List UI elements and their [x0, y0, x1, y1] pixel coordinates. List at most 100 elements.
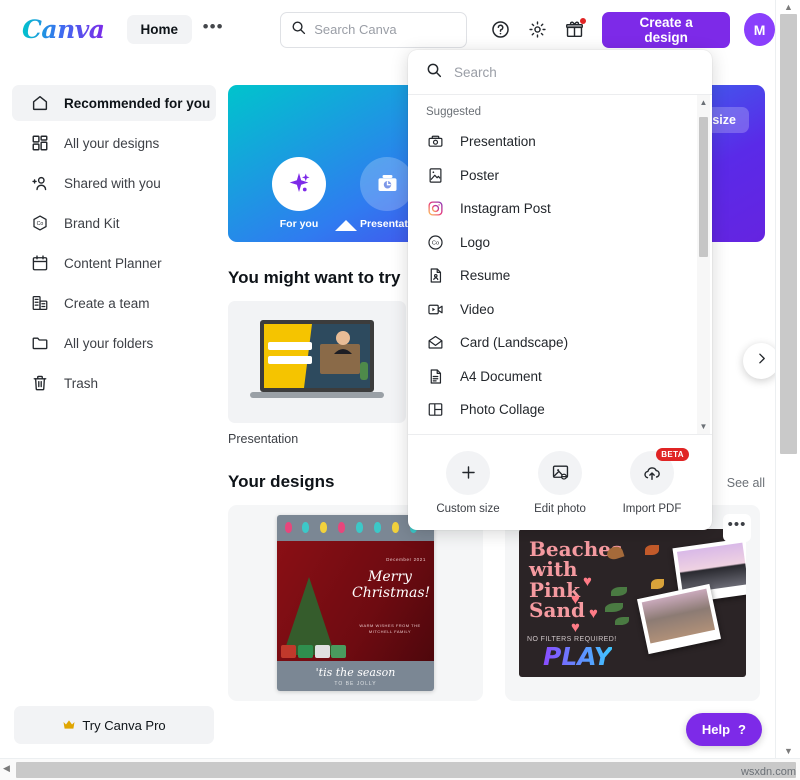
try-canva-pro-button[interactable]: Try Canva Pro — [14, 706, 214, 744]
heart-icon: ♥ — [583, 573, 592, 590]
sidebar-item-content-planner[interactable]: Content Planner — [12, 245, 216, 281]
leaf-shape — [611, 587, 627, 596]
edit-photo-action[interactable]: Edit photo — [521, 450, 599, 515]
home-button[interactable]: Home — [126, 15, 193, 44]
laptop-presentation-thumb — [228, 301, 406, 423]
sidebar-item-label: Content Planner — [64, 255, 162, 271]
banner-tiles: For you Presentations — [272, 157, 430, 231]
instagram-icon — [426, 200, 444, 218]
edit-photo-icon — [538, 450, 582, 495]
dropdown-item-resume[interactable]: Resume — [408, 259, 712, 293]
banner-tile-for-you[interactable]: For you — [272, 157, 326, 230]
dropdown-item-logo[interactable]: Co Logo — [408, 226, 712, 260]
butterfly-shape — [645, 545, 659, 555]
see-all-link[interactable]: See all — [727, 476, 765, 490]
help-button[interactable]: Help ? — [685, 713, 762, 746]
try-card[interactable]: Presentation — [228, 301, 406, 446]
design-card-christmas[interactable]: December 2021 Merry Christmas! WARM WISH… — [228, 505, 483, 701]
create-design-dropdown: Search Suggested Presentation Poster Ins… — [408, 50, 712, 530]
action-label: Custom size — [436, 502, 500, 515]
more-horizontal-icon[interactable]: ••• — [723, 514, 751, 542]
canva-logo[interactable]: Canva — [22, 15, 105, 44]
dropdown-search-input[interactable]: Search — [408, 50, 712, 95]
dropdown-item-photo-collage[interactable]: Photo Collage — [408, 393, 712, 427]
beaches-title: Beaches with Pink Sand — [529, 537, 623, 623]
leaf-shape — [605, 603, 623, 612]
import-pdf-action[interactable]: Import PDF BETA — [613, 447, 691, 515]
banner-tile-presentations[interactable]: Presentations — [360, 157, 430, 230]
svg-text:Co: Co — [37, 221, 44, 227]
dropdown-item-label: Presentation — [460, 134, 536, 150]
dropdown-actions: Custom size Edit photo Import PDF BETA — [408, 434, 712, 530]
sidebar-item-label: All your designs — [64, 135, 160, 151]
gear-icon[interactable] — [524, 17, 550, 43]
document-icon — [426, 367, 444, 385]
caret-down-icon[interactable]: ▼ — [700, 419, 708, 434]
sidebar-item-label: Create a team — [64, 295, 150, 311]
search-input[interactable]: Search Canva — [280, 11, 468, 48]
sidebar-item-all-your-folders[interactable]: All your folders — [12, 325, 216, 361]
custom-size-action[interactable]: Custom size — [429, 450, 507, 515]
xmas-bottom-strip: 'tis the season TO BE JOLLY — [277, 661, 434, 691]
dropdown-item-poster[interactable]: Poster — [408, 159, 712, 193]
caret-up-icon[interactable]: ▲ — [700, 95, 708, 110]
dropdown-suggestion-list: Suggested Presentation Poster Instagram … — [408, 95, 712, 434]
avatar[interactable]: M — [744, 13, 775, 46]
trash-icon — [30, 373, 50, 393]
vertical-scrollbar-thumb[interactable] — [780, 14, 797, 454]
try-canva-pro-label: Try Canva Pro — [82, 717, 166, 733]
design-card-beaches[interactable]: Beaches with Pink Sand ♥ ♥ ♥ ♥ NO FILTER… — [505, 505, 760, 701]
calendar-icon — [30, 253, 50, 273]
sidebar-item-create-a-team[interactable]: Create a team — [12, 285, 216, 321]
beaches-play-text: PLAY — [543, 642, 612, 671]
resume-icon — [426, 267, 444, 285]
sidebar-item-trash[interactable]: Trash — [12, 365, 216, 401]
search-field-wrapper[interactable]: Search Canva — [280, 11, 468, 48]
sidebar: Recommended for you All your designs Sha… — [0, 59, 228, 758]
sidebar-item-recommended[interactable]: Recommended for you — [12, 85, 216, 121]
create-a-design-button[interactable]: Create a design — [602, 11, 731, 48]
add-people-icon — [30, 173, 50, 193]
presentation-icon — [426, 133, 444, 151]
dropdown-scrollbar-thumb[interactable] — [699, 117, 708, 257]
horizontal-scrollbar-thumb[interactable] — [16, 762, 796, 778]
butterfly-shape — [651, 579, 664, 589]
caret-up-icon[interactable]: ▲ — [776, 2, 800, 12]
xmas-title: Merry Christmas! — [352, 569, 431, 602]
envelope-icon — [426, 334, 444, 352]
banner-tile-label: For you — [279, 218, 319, 230]
dropdown-item-label: Logo — [460, 234, 491, 250]
gift-notification-dot — [580, 17, 587, 24]
brand-hexagon-icon: Co — [30, 213, 50, 233]
vertical-scrollbar[interactable]: ▲ ▼ — [775, 0, 800, 758]
banner-selected-arrow — [335, 220, 357, 231]
sidebar-item-shared-with-you[interactable]: Shared with you — [12, 165, 216, 201]
dropdown-item-video[interactable]: Video — [408, 293, 712, 327]
gift-icon[interactable] — [561, 17, 587, 43]
carousel-next-button[interactable] — [743, 343, 775, 379]
dropdown-section-label: Suggested — [426, 106, 481, 118]
dropdown-scrollbar[interactable]: ▲ ▼ — [697, 95, 710, 434]
dropdown-item-instagram-post[interactable]: Instagram Post — [408, 192, 712, 226]
sidebar-item-all-your-designs[interactable]: All your designs — [12, 125, 216, 161]
plus-icon — [446, 450, 490, 495]
dropdown-item-label: Card (Landscape) — [460, 335, 569, 351]
sidebar-item-brand-kit[interactable]: Co Brand Kit — [12, 205, 216, 241]
logo-circle-icon: Co — [426, 233, 444, 251]
folder-icon — [30, 333, 50, 353]
help-circle-icon[interactable] — [487, 17, 513, 43]
sidebar-item-label: Recommended for you — [64, 95, 211, 111]
more-menu-button[interactable]: ••• — [200, 16, 226, 44]
horizontal-scrollbar[interactable]: ◀ — [0, 758, 800, 780]
dropdown-item-presentation[interactable]: Presentation — [408, 125, 712, 159]
dropdown-item-card-landscape[interactable]: Card (Landscape) — [408, 326, 712, 360]
dropdown-item-label: A4 Document — [460, 368, 542, 384]
sidebar-item-label: Trash — [64, 375, 99, 391]
dropdown-item-a4-document[interactable]: A4 Document — [408, 360, 712, 394]
search-icon — [426, 62, 442, 83]
caret-left-icon[interactable]: ◀ — [3, 763, 10, 774]
search-placeholder: Search Canva — [314, 22, 397, 37]
video-icon — [426, 300, 444, 318]
caret-down-icon[interactable]: ▼ — [776, 746, 800, 756]
banner-tile-label: Presentations — [360, 218, 430, 230]
